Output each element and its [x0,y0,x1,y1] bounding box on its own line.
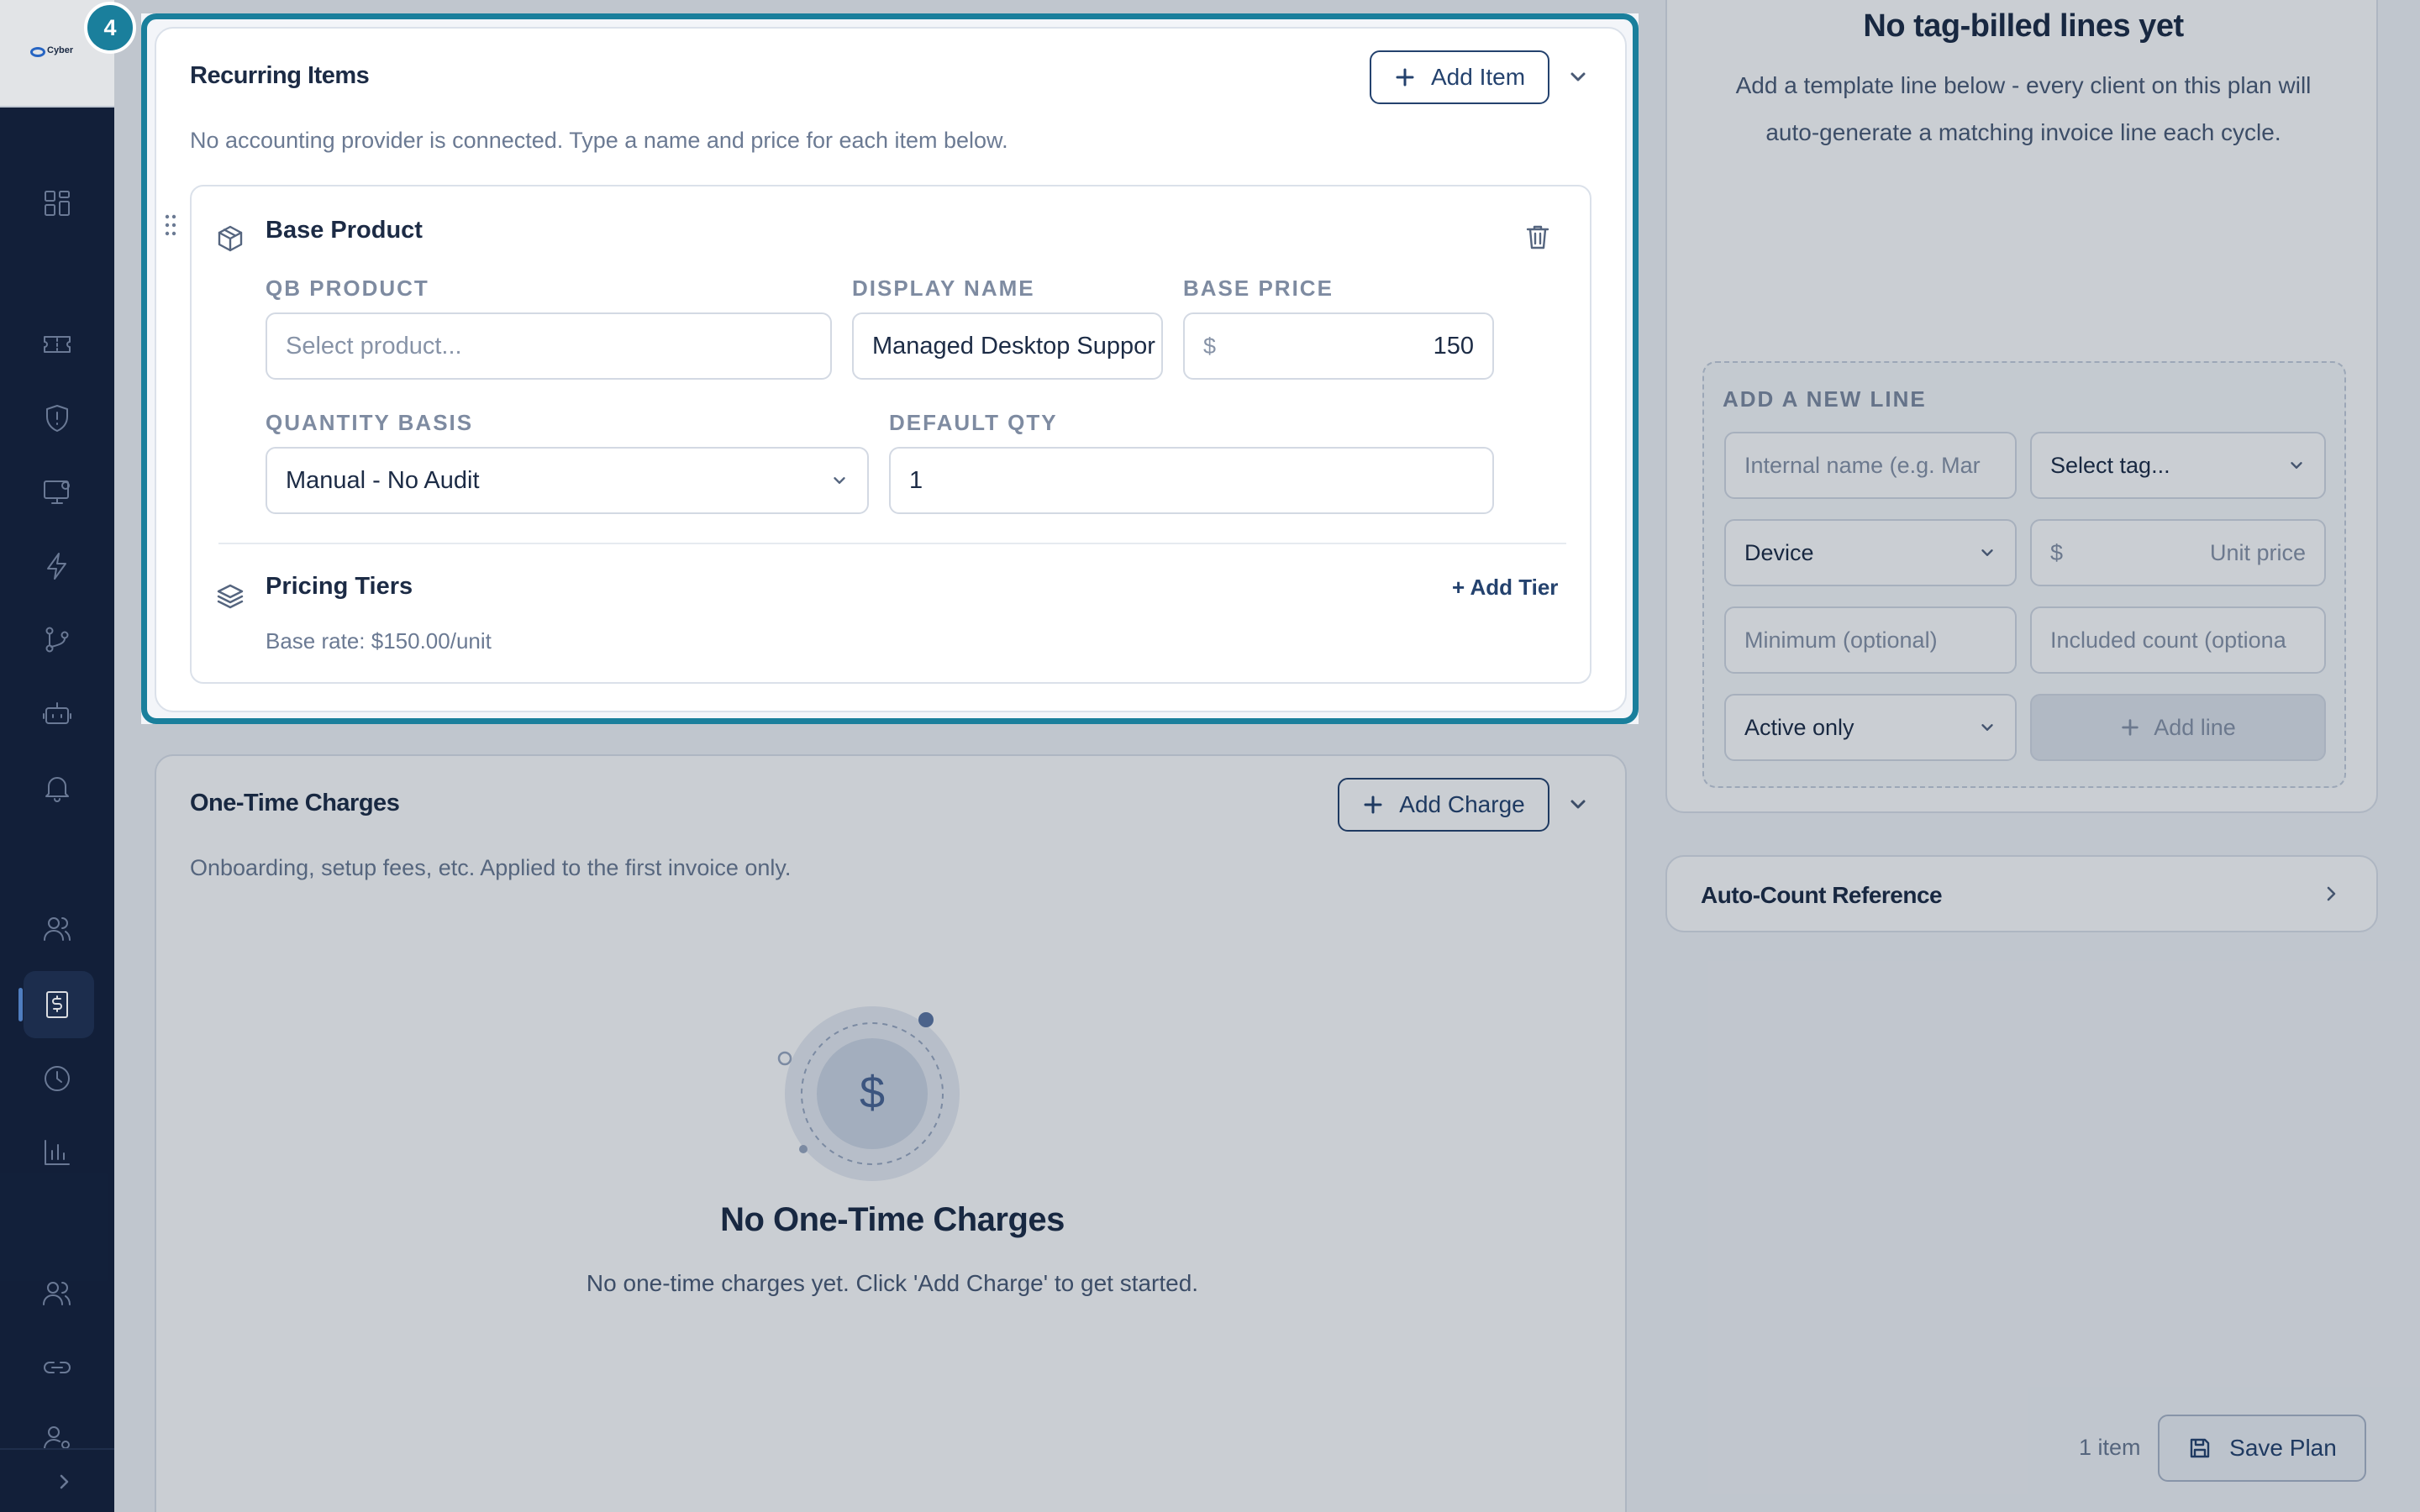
tour-overlay-top [114,0,2420,13]
tour-overlay-left [114,13,141,724]
tour-step-badge[interactable]: 4 [84,2,136,54]
tour-highlight-ring [141,13,1639,724]
tour-overlay-sidebar [0,108,114,1512]
tour-overlay-bottom [114,724,2420,1512]
tour-overlay-right [1639,13,2420,724]
